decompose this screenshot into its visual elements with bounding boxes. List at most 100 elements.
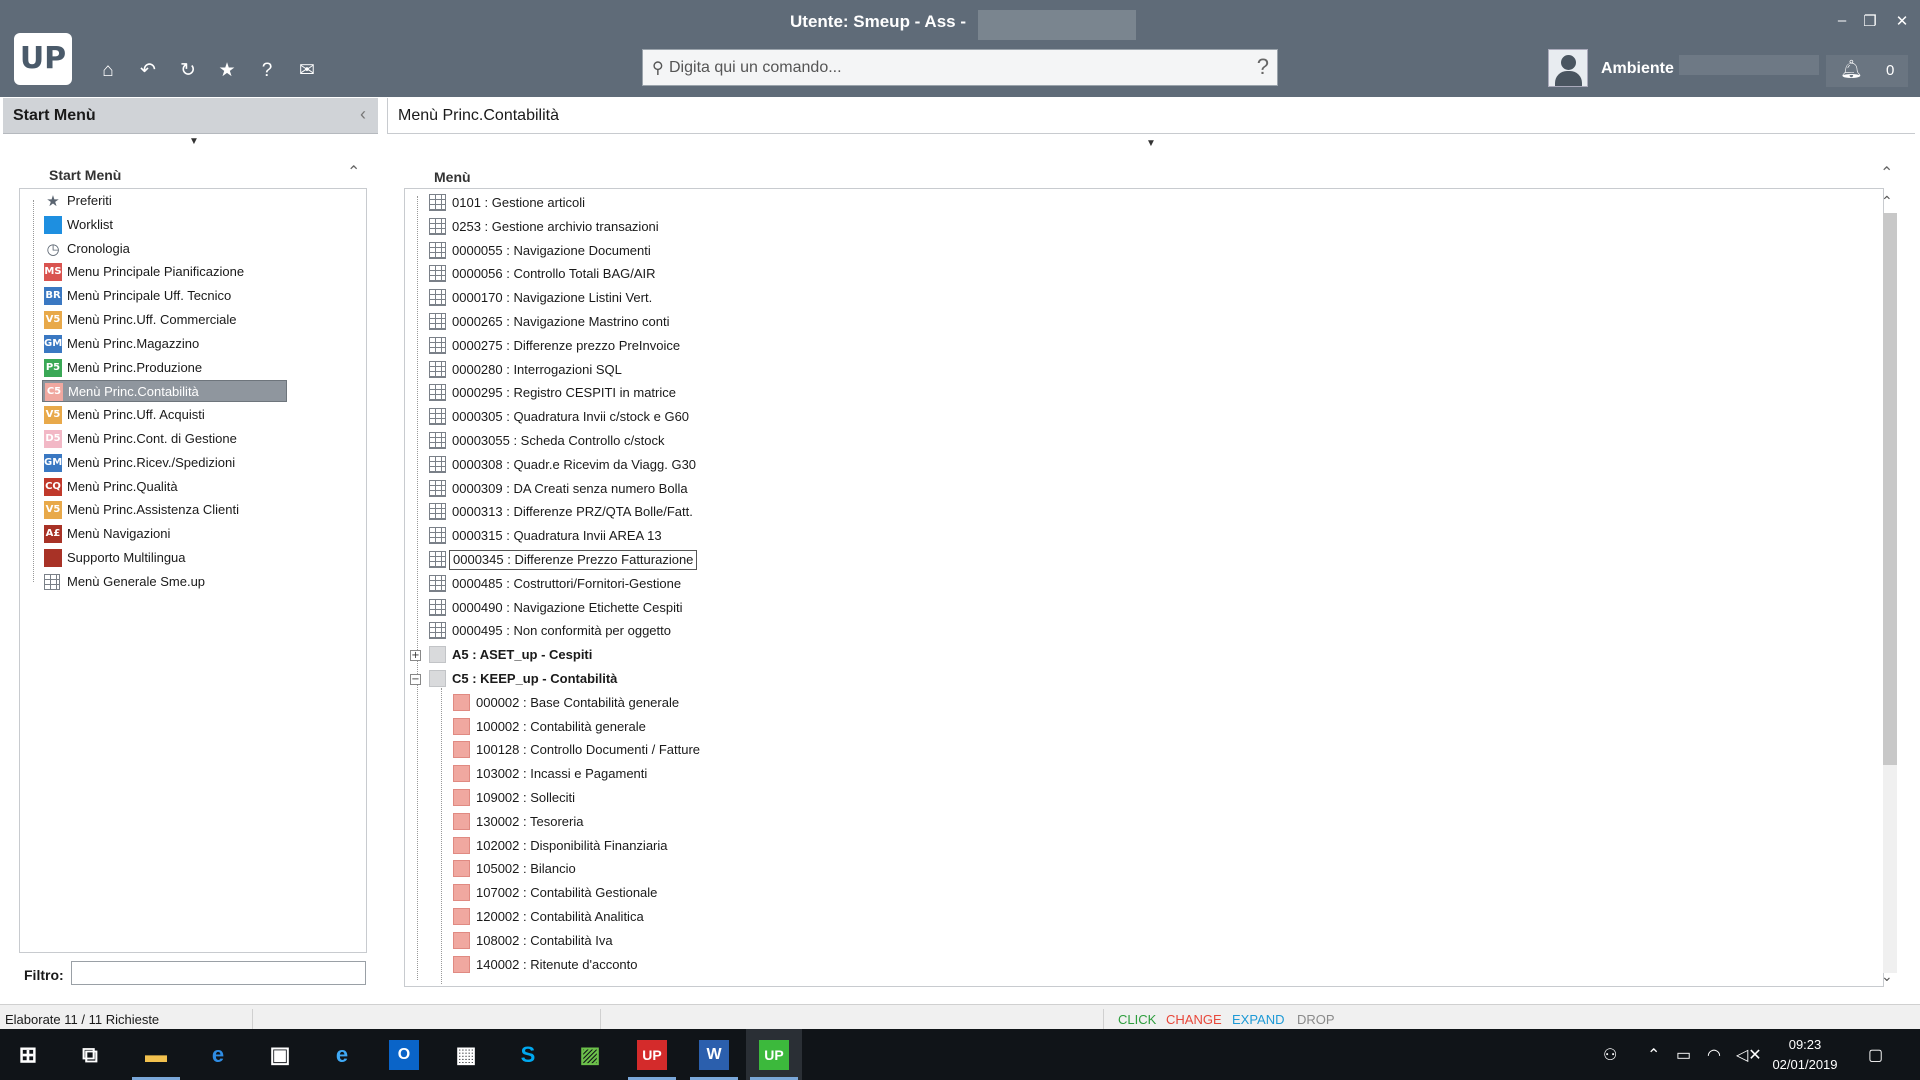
close-button[interactable]: ✕ [1890,12,1914,30]
menu-subitem-label: 130002 : Tesoreria [476,813,584,829]
menu-item-label: 00003055 : Scheda Controllo c/stock [452,433,665,448]
start-menu-item[interactable]: V5 Menù Princ.Uff. Acquisti [42,404,287,426]
left-dropdown-icon[interactable]: ▼ [189,136,199,147]
command-help-icon[interactable]: ? [1257,54,1269,80]
word-app[interactable]: W [686,1029,742,1080]
start-menu-item-label: Supporto Multilingua [67,550,186,565]
module-icon [453,717,470,735]
start-menu-item[interactable]: Menù Generale Sme.up [42,571,287,593]
file-explorer-app[interactable]: ▬ [128,1029,184,1080]
action-center-icon[interactable]: ▢ [1868,1045,1883,1065]
start-menu-item[interactable]: Worklist [42,214,287,236]
chevron-up-icon[interactable]: ⌃ [1647,1045,1660,1065]
table-icon [429,598,446,616]
menu-subitem-label: 000002 : Base Contabilità generale [476,694,680,710]
start-menu-item[interactable]: BR Menù Principale Uff. Tecnico [42,285,287,307]
start-menu-item[interactable]: ★ Preferiti [42,190,287,212]
menu-collapse-icon[interactable]: ⌃ [1880,163,1893,183]
skype-icon: S [520,1042,536,1067]
internet-explorer-app[interactable]: e [314,1029,370,1080]
home-icon[interactable]: ⌂ [95,58,121,84]
module-icon [453,931,470,949]
start-menu-item[interactable]: V5 Menù Princ.Uff. Commerciale [42,309,287,331]
start-menu-item[interactable]: V5 Menù Princ.Assistenza Clienti [42,499,287,521]
menu-item-label: 0000345 : Differenze Prezzo Fatturazione [449,550,698,570]
start-menu-item[interactable]: Supporto Multilingua [42,547,287,569]
notifications-button[interactable]: 🔔︎ 0 [1826,55,1908,87]
expand-icon[interactable]: + [410,650,421,662]
edge-icon: e [211,1042,225,1067]
start-menu-item-label: Menù Princ.Cont. di Gestione [67,431,237,446]
filter-input[interactable] [71,961,366,985]
store-app[interactable]: ▣ [252,1029,308,1080]
left-panel-title: Start Menù [13,107,96,124]
collapse-panel-icon[interactable]: ‹ [360,104,366,125]
menu-item-label: 0000313 : Differenze PRZ/QTA Bolle/Fatt. [452,504,693,520]
module-icon [44,549,62,567]
right-dropdown-icon[interactable]: ▼ [1146,138,1156,149]
wifi-icon[interactable]: ◠ [1707,1045,1721,1065]
battery-icon[interactable]: ▭ [1676,1045,1691,1065]
menu-subitem-label: 108002 : Contabilità Iva [476,932,613,948]
menu-item-label: 0000295 : Registro CESPITI in matrice [452,385,676,401]
scroll-down-icon[interactable]: ⌄ [1881,968,1893,985]
start-menu-item[interactable]: A£ Menù Navigazioni [42,523,287,545]
collapse-icon[interactable]: − [410,674,421,685]
help-icon[interactable]: ? [254,58,280,84]
module-icon [453,765,470,783]
title-bar: Utente: Smeup - Ass - – ❐ ✕ UP ⌂ ↶ ↻ ★ ?… [0,0,1920,97]
table-icon [429,265,446,283]
star-icon[interactable]: ★ [214,58,240,84]
mail-icon[interactable]: ✉ [294,58,320,84]
people-icon[interactable]: ⚇ [1603,1045,1617,1065]
menu-subitem-label: 107002 : Contabilità Gestionale [476,885,658,901]
menu-item-label: 0000495 : Non conformità per oggetto [452,623,671,639]
module-icon: BR [44,287,62,306]
folder-icon [429,646,446,664]
start-menu-item[interactable]: CQ Menù Princ.Qualità [42,476,287,498]
start-menu-item[interactable]: ◷ Cronologia [42,238,287,260]
start-menu-item-label: Menù Princ.Qualità [67,478,178,494]
module-icon [453,741,470,759]
scroll-up-icon[interactable]: ⌃ [1881,193,1893,210]
menu-item-label: 0000170 : Navigazione Listini Vert. [452,290,653,306]
volume-muted-icon[interactable]: ◁✕ [1736,1045,1762,1065]
command-input[interactable] [669,55,1239,81]
menu-item-label: 0000485 : Costruttori/Fornitori-Gestione [452,575,682,591]
module-icon: V5 [44,406,62,425]
start-menu-item[interactable]: GM Menù Princ.Ricev./Spedizioni [42,452,287,474]
task-view-button[interactable]: ⧉ [62,1029,118,1080]
start-menu-item[interactable]: MS Menu Principale Pianificazione [42,261,287,283]
restore-button[interactable]: ❐ [1858,12,1882,30]
menu-item-label: 0000280 : Interrogazioni SQL [452,361,622,377]
app-logo[interactable]: UP [14,33,72,85]
start-menu-item-label: Menù Princ.Produzione [67,359,203,375]
start-menu-item[interactable]: GM Menù Princ.Magazzino [42,333,287,355]
start-menu-item[interactable]: D5 Menù Princ.Cont. di Gestione [42,428,287,450]
tree-guide-line [441,688,442,984]
tree-collapse-icon[interactable]: ⌃ [347,162,360,182]
image-viewer-app[interactable]: ▨ [562,1029,618,1080]
start-menu-item[interactable]: C5 Menù Princ.Contabilità [42,380,287,403]
start-menu-item[interactable]: P5 Menù Princ.Produzione [42,357,287,379]
undo-icon[interactable]: ↶ [135,58,161,84]
menu-subitem-label: 120002 : Contabilità Analitica [476,909,644,924]
skype-app[interactable]: S [500,1029,556,1080]
user-avatar[interactable] [1548,49,1588,87]
module-icon: D5 [44,430,62,448]
outlook-app[interactable]: O [376,1029,432,1080]
smeup-red-app[interactable]: UP [624,1029,680,1080]
file-explorer-icon: ▬ [145,1042,167,1067]
start-menu-item-label: Menu Principale Pianificazione [67,264,245,280]
calculator-app[interactable]: ▦ [438,1029,494,1080]
scrollbar-thumb[interactable] [1883,213,1897,765]
minimize-button[interactable]: – [1830,12,1854,29]
menu-item-label: A5 : ASET_up - Cespiti [452,647,593,663]
refresh-icon[interactable]: ↻ [175,58,201,84]
menu-item-label: 0101 : Gestione articoli [452,195,585,210]
smeup-green-app[interactable]: UP [746,1029,802,1080]
system-clock[interactable]: 09:23 02/01/2019 [1765,1035,1845,1075]
start-button[interactable]: ⊞ [0,1029,56,1080]
menu-subitem-label: 140002 : Ritenute d'acconto [476,956,638,972]
edge-app[interactable]: e [190,1029,246,1080]
